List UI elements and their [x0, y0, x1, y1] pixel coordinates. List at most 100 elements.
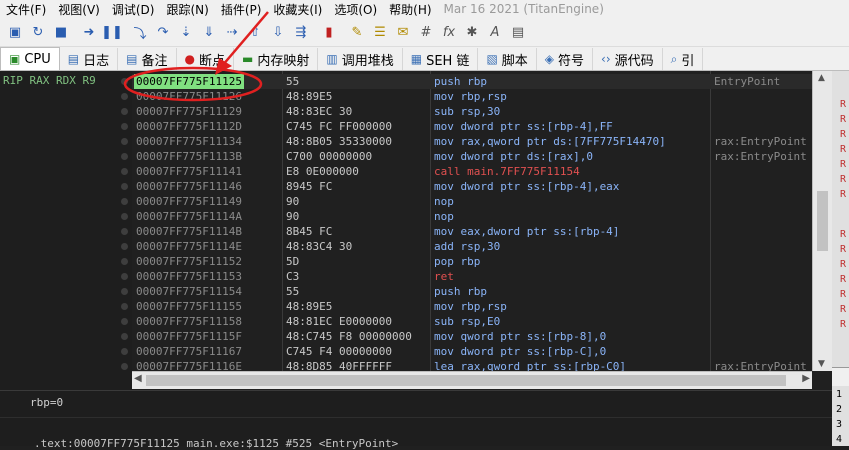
- patch-icon[interactable]: ▮: [318, 21, 340, 43]
- restart-icon[interactable]: ↻: [27, 21, 49, 43]
- tab-call-stack[interactable]: ▥ 调用堆栈: [318, 48, 403, 70]
- disasm-instruction: mov dword ptr ss:[rbp-4],eax: [434, 180, 620, 193]
- label-icon[interactable]: ☰: [369, 21, 391, 43]
- tab-log[interactable]: ▤ 日志: [60, 48, 119, 70]
- register-edge-label: R: [840, 99, 847, 110]
- breakpoint-dot[interactable]: [121, 348, 128, 355]
- tab-symbols[interactable]: ◈ 符号: [537, 48, 594, 70]
- trace-into-icon[interactable]: ⇣: [175, 21, 197, 43]
- disasm-row[interactable]: 00007FF775F11158 48:81EC E0000000 sub rsp,…: [132, 314, 812, 329]
- text-case-icon[interactable]: A: [484, 21, 506, 43]
- menu-favorites[interactable]: 收藏夹(I): [267, 1, 328, 18]
- disasm-row[interactable]: 00007FF775F11153 C3 ret: [132, 269, 812, 284]
- tab-references[interactable]: ⌕ 引: [663, 48, 704, 70]
- breakpoint-dot[interactable]: [121, 108, 128, 115]
- disasm-row[interactable]: 00007FF775F11152 5D pop rbp: [132, 254, 812, 269]
- disassembly-view[interactable]: 00007FF775F11125 55 push rbp EntryPoint 0000…: [132, 71, 812, 371]
- breakpoint-dot[interactable]: [121, 318, 128, 325]
- calculator-icon[interactable]: ▤: [507, 21, 529, 43]
- disasm-row[interactable]: 00007FF775F11129 48:83EC 30 sub rsp,30: [132, 104, 812, 119]
- scroll-down-icon[interactable]: ▼: [818, 359, 825, 369]
- breakpoint-gutter[interactable]: [118, 71, 132, 371]
- tab-seh-chain[interactable]: ▦ SEH 链: [403, 48, 479, 70]
- tab-label: SEH 链: [426, 53, 470, 69]
- step-into-icon[interactable]: ⤵: [129, 21, 151, 43]
- tab-script[interactable]: ▧ 脚本: [478, 48, 537, 70]
- tab-breakpoints[interactable]: ● 断点: [177, 48, 234, 70]
- breakpoint-dot[interactable]: [121, 198, 128, 205]
- trace-over-icon[interactable]: ⇓: [198, 21, 220, 43]
- scroll-up-icon[interactable]: ▲: [818, 73, 825, 83]
- disasm-row[interactable]: 00007FF775F1114A 90 nop: [132, 209, 812, 224]
- scroll-thumb[interactable]: [146, 375, 786, 386]
- breakpoint-dot[interactable]: [121, 153, 128, 160]
- menu-options[interactable]: 选项(O): [328, 1, 383, 18]
- function-icon[interactable]: fx: [438, 21, 460, 43]
- breakpoint-dot[interactable]: [121, 168, 128, 175]
- scroll-left-icon[interactable]: ◀: [134, 373, 142, 384]
- disasm-row[interactable]: 00007FF775F11141 E8 0E000000 call main.7FF…: [132, 164, 812, 179]
- breakpoint-dot[interactable]: [121, 123, 128, 130]
- menu-debug[interactable]: 调试(D): [106, 1, 161, 18]
- hash-icon[interactable]: #: [415, 21, 437, 43]
- breakpoint-dot[interactable]: [121, 213, 128, 220]
- breakpoint-dot[interactable]: [121, 363, 128, 370]
- breakpoint-dot[interactable]: [121, 303, 128, 310]
- pause-icon[interactable]: ❚❚: [101, 21, 123, 43]
- disasm-row[interactable]: 00007FF775F11126 48:89E5 mov rbp,rsp: [132, 89, 812, 104]
- disasm-row[interactable]: 00007FF775F11146 8945 FC mov dword ptr ss:…: [132, 179, 812, 194]
- menu-file[interactable]: 文件(F): [0, 1, 52, 18]
- comment-icon[interactable]: ✎: [346, 21, 368, 43]
- breakpoint-dot[interactable]: [121, 228, 128, 235]
- execute-till-return-icon[interactable]: ⇧: [244, 21, 266, 43]
- run-icon[interactable]: ➜: [78, 21, 100, 43]
- disasm-row[interactable]: 00007FF775F11134 48:8B05 35330000 mov rax,…: [132, 134, 812, 149]
- menu-bar: 文件(F) 视图(V) 调试(D) 跟踪(N) 插件(P) 收藏夹(I) 选项(…: [0, 0, 849, 18]
- disasm-row[interactable]: 00007FF775F11154 55 push rbp: [132, 284, 812, 299]
- disasm-address: 00007FF775F11153: [136, 270, 242, 283]
- scroll-right-icon[interactable]: ▶: [802, 373, 810, 384]
- breakpoint-dot[interactable]: [121, 93, 128, 100]
- vertical-scrollbar[interactable]: ▲ ▼: [812, 71, 832, 371]
- breakpoint-dot[interactable]: [121, 258, 128, 265]
- scroll-thumb[interactable]: [817, 191, 828, 251]
- disasm-row[interactable]: 00007FF775F11155 48:89E5 mov rbp,rsp: [132, 299, 812, 314]
- breakpoint-dot[interactable]: [121, 273, 128, 280]
- disasm-row[interactable]: 00007FF775F11149 90 nop: [132, 194, 812, 209]
- horizontal-scrollbar[interactable]: ◀ ▶: [132, 371, 812, 389]
- breakpoint-dot[interactable]: [121, 138, 128, 145]
- register-edge-label: R: [840, 259, 847, 270]
- register-edge-label: R: [840, 304, 847, 315]
- register-edge-label: 4: [836, 434, 843, 445]
- disasm-row[interactable]: 00007FF775F1113B C700 00000000 mov dword p…: [132, 149, 812, 164]
- tab-memory-map[interactable]: ▬ 内存映射: [234, 48, 319, 70]
- step-back-icon[interactable]: ⇩: [267, 21, 289, 43]
- breakpoint-dot[interactable]: [121, 243, 128, 250]
- breakpoint-dot[interactable]: [121, 78, 128, 85]
- disasm-row[interactable]: 00007FF775F1116E 48:8D85 40FFFFFF lea rax,…: [132, 359, 812, 371]
- menu-plugins[interactable]: 插件(P): [215, 1, 268, 18]
- disasm-row[interactable]: 00007FF775F11167 C745 F4 00000000 mov dwor…: [132, 344, 812, 359]
- menu-help[interactable]: 帮助(H): [383, 1, 437, 18]
- animate-icon[interactable]: ⇶: [290, 21, 312, 43]
- menu-view[interactable]: 视图(V): [52, 1, 106, 18]
- tab-source[interactable]: ‹› 源代码: [593, 48, 663, 70]
- step-over-icon[interactable]: ↷: [152, 21, 174, 43]
- disasm-row[interactable]: 00007FF775F1114E 48:83C4 30 add rsp,30: [132, 239, 812, 254]
- stop-icon[interactable]: ■: [50, 21, 72, 43]
- tab-cpu[interactable]: ▣ CPU: [0, 47, 60, 70]
- disasm-row[interactable]: 00007FF775F1114B 8B45 FC mov eax,dword ptr…: [132, 224, 812, 239]
- breakpoint-dot[interactable]: [121, 333, 128, 340]
- hide-icon[interactable]: ✱: [461, 21, 483, 43]
- disasm-row[interactable]: 00007FF775F1112D C745 FC FF000000 mov dwor…: [132, 119, 812, 134]
- tab-notes[interactable]: ▤ 备注: [118, 48, 177, 70]
- open-file-icon[interactable]: ▣: [4, 21, 26, 43]
- disasm-instruction: call main.7FF775F11154: [434, 165, 580, 178]
- menu-trace[interactable]: 跟踪(N): [160, 1, 214, 18]
- run-to-user-icon[interactable]: ⇢: [221, 21, 243, 43]
- disasm-row[interactable]: 00007FF775F1115F 48:C745 F8 00000000 mov q…: [132, 329, 812, 344]
- bookmark-icon[interactable]: ✉: [392, 21, 414, 43]
- breakpoint-dot[interactable]: [121, 288, 128, 295]
- breakpoint-dot[interactable]: [121, 183, 128, 190]
- disasm-row[interactable]: 00007FF775F11125 55 push rbp EntryPoint: [132, 74, 812, 89]
